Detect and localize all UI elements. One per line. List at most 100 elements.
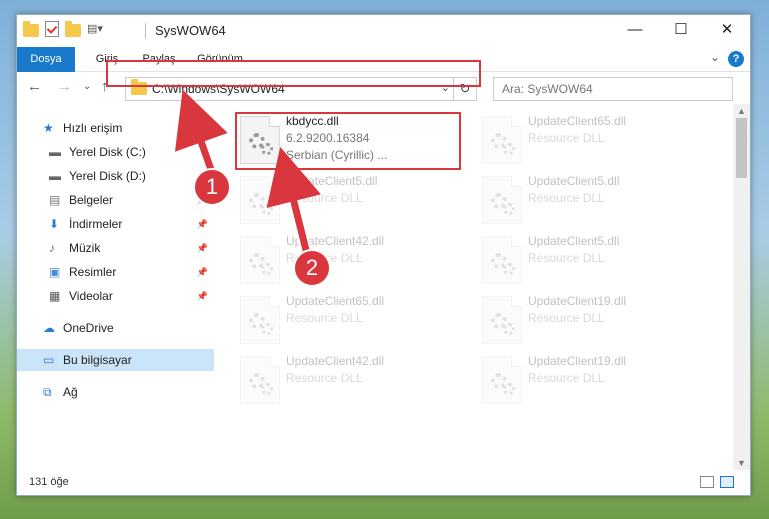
dll-file-icon — [240, 236, 280, 284]
file-name: UpdateClient5.dll — [286, 174, 378, 188]
sidebar-item-h-zl-eri-im[interactable]: ★ Hızlı erişim — [17, 117, 214, 139]
new-folder-icon[interactable] — [65, 20, 81, 37]
file-language: Serbian (Cyrillic) ... — [286, 148, 388, 162]
expand-ribbon-icon[interactable]: ⌄ — [710, 50, 720, 64]
refresh-icon[interactable]: ↻ — [453, 78, 476, 100]
file-item[interactable]: kbdycc.dll 6.2.9200.16384 Serbian (Cyrilli… — [236, 112, 461, 168]
navigation-pane: ★ Hızlı erişim ▬ Yerel Disk (C:) ▬ Yerel Disk… — [17, 104, 214, 470]
sidebar-item-videolar[interactable]: ▦ Videolar 📌 — [17, 285, 214, 307]
dll-file-icon — [482, 296, 522, 344]
sidebar-item-label: Ağ — [63, 385, 78, 399]
tab-home[interactable]: Giriş — [87, 47, 127, 71]
sidebar-item-label: Belgeler — [69, 193, 114, 207]
file-item[interactable]: UpdateClient42.dllResource DLL — [236, 352, 461, 408]
file-item[interactable]: UpdateClient65.dll Resource DLL — [236, 292, 461, 348]
sidebar-item-i-ndirmeler[interactable]: ⬇ İndirmeler 📌 — [17, 213, 214, 235]
title-bar: ▤▾ SysWOW64 — ☐ ✕ — [17, 15, 750, 47]
gear-icon — [261, 323, 273, 335]
file-item[interactable]: UpdateClient19.dll Resource DLL — [478, 352, 703, 408]
address-path[interactable]: C:\Windows\SysWOW64 — [152, 82, 285, 96]
dll-file-icon — [240, 176, 280, 224]
details-view-icon[interactable] — [700, 476, 714, 488]
gear-icon — [261, 203, 273, 215]
file-name: UpdateClient5.dll — [528, 174, 620, 188]
folder-icon — [131, 79, 147, 95]
help-icon[interactable]: ? — [728, 51, 744, 67]
vertical-scrollbar[interactable]: ▲ ▼ — [733, 104, 750, 470]
sidebar-item-yerel-disk-d-[interactable]: ▬ Yerel Disk (D:) — [17, 165, 214, 187]
file-item[interactable]: UpdateClient5.dll Resource DLL — [478, 232, 703, 288]
gear-icon — [261, 383, 273, 395]
file-name: UpdateClient19.dll — [528, 354, 627, 368]
file-description: Resource DLL — [528, 251, 605, 265]
file-item[interactable]: UpdateClient42.dllResource DLL — [236, 232, 461, 288]
file-item[interactable]: UpdateClient19.dll Resource DLL — [478, 292, 703, 348]
file-description: Resource DLL — [286, 311, 363, 325]
documents-icon: ▤ — [49, 193, 61, 207]
search-placeholder: Ara: SysWOW64 — [502, 82, 593, 96]
download-icon: ⬇ — [49, 217, 60, 231]
sidebar-item-label: Bu bilgisayar — [63, 353, 132, 367]
item-count: 131 öğe — [29, 476, 69, 488]
close-button[interactable]: ✕ — [704, 15, 750, 47]
gear-icon — [503, 203, 515, 215]
address-bar[interactable]: C:\Windows\SysWOW64 ⌄ ↻ — [125, 77, 477, 101]
sidebar-item-m-zik[interactable]: ♪ Müzik 📌 — [17, 237, 214, 259]
properties-icon[interactable] — [45, 21, 59, 37]
window-title: SysWOW64 — [155, 23, 226, 38]
recent-locations-icon[interactable]: ⌄ — [83, 81, 91, 92]
sidebar-item-a-[interactable]: ⧉ Ağ — [17, 381, 214, 403]
dll-file-icon — [240, 356, 280, 404]
pin-icon[interactable]: 📌 — [197, 285, 208, 307]
network-icon: ⧉ — [43, 385, 52, 399]
computer-icon: ▭ — [43, 353, 55, 367]
folder-icon[interactable] — [23, 20, 39, 37]
sidebar-item-label: Resimler — [69, 265, 117, 279]
pin-icon[interactable]: 📌 — [197, 237, 208, 259]
dll-file-icon — [482, 116, 522, 164]
drive-icon: ▬ — [49, 145, 61, 159]
explorer-window: ▤▾ SysWOW64 — ☐ ✕ Dosya Giriş Paylaş Gör… — [16, 14, 751, 496]
file-name: kbdycc.dll — [286, 114, 339, 128]
back-arrow-icon[interactable]: ← — [27, 78, 42, 95]
dll-file-icon — [482, 356, 522, 404]
search-input[interactable]: Ara: SysWOW64 — [493, 77, 733, 101]
scrollbar-thumb[interactable] — [736, 118, 747, 178]
sidebar-item-onedrive[interactable]: ☁ OneDrive — [17, 317, 214, 339]
up-arrow-icon[interactable]: ↑ — [101, 78, 109, 95]
minimize-button[interactable]: — — [612, 15, 658, 47]
title-separator — [145, 23, 146, 39]
forward-arrow-icon[interactable]: → — [57, 78, 72, 95]
file-item[interactable]: UpdateClient5.dll Resource DLL — [236, 172, 461, 228]
tab-share[interactable]: Paylaş — [134, 47, 184, 71]
maximize-button[interactable]: ☐ — [658, 15, 704, 47]
sidebar-item-label: İndirmeler — [69, 217, 123, 231]
pin-icon[interactable]: 📌 — [197, 213, 208, 235]
file-name: UpdateClient42.dll — [286, 234, 385, 248]
file-name: UpdateClient19.dll — [528, 294, 627, 308]
dll-file-icon — [240, 296, 280, 344]
file-name: UpdateClient42.dll — [286, 354, 385, 368]
customize-toolbar-icon[interactable]: ▤▾ — [87, 21, 103, 37]
file-item[interactable]: UpdateClient5.dll Resource DLL — [478, 172, 703, 228]
cloud-icon: ☁ — [43, 321, 55, 335]
status-bar: 131 öğe — [17, 470, 750, 495]
file-name: UpdateClient65.dll — [528, 114, 627, 128]
large-icons-view-icon[interactable] — [720, 476, 734, 488]
scroll-down-icon[interactable]: ▼ — [733, 456, 750, 470]
dll-file-icon — [482, 236, 522, 284]
sidebar-item-bu-bilgisayar[interactable]: ▭ Bu bilgisayar — [17, 349, 214, 371]
scroll-up-icon[interactable]: ▲ — [733, 104, 750, 118]
sidebar-item-resimler[interactable]: ▣ Resimler 📌 — [17, 261, 214, 283]
sidebar-item-belgeler[interactable]: ▤Belgeler📌 — [17, 189, 214, 211]
file-name: UpdateClient65.dll — [286, 294, 385, 308]
file-list: kbdycc.dll 6.2.9200.16384 Serbian (Cyrilli… — [214, 104, 728, 470]
pin-icon[interactable]: 📌 — [197, 261, 208, 283]
gear-icon — [261, 263, 273, 275]
sidebar-item-label: Müzik — [69, 241, 101, 255]
address-dropdown-icon[interactable]: ⌄ — [441, 81, 450, 94]
tab-view[interactable]: Görünüm — [193, 47, 247, 71]
sidebar-item-label: Yerel Disk (D:) — [69, 169, 146, 183]
file-item[interactable]: UpdateClient65.dll Resource DLL — [478, 112, 703, 168]
sidebar-item-yerel-disk-c-[interactable]: ▬ Yerel Disk (C:) — [17, 141, 214, 163]
